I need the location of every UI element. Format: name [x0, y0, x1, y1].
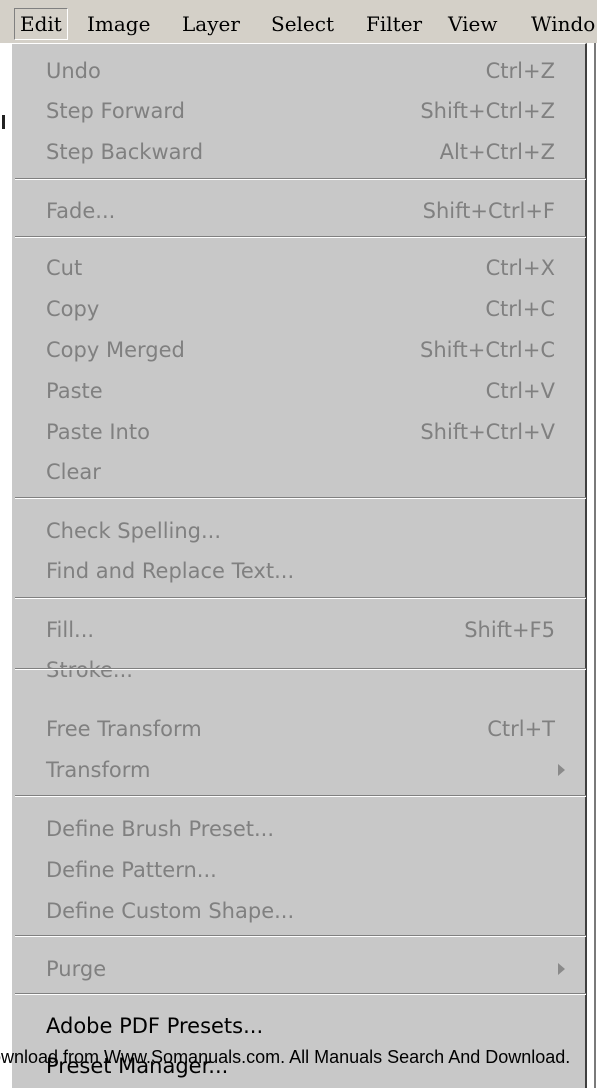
submenu-arrow-icon [558, 764, 565, 776]
menu-item-free-transform[interactable]: Free Transform Ctrl+T [12, 709, 585, 749]
menu-item-shortcut: Shift+Ctrl+C [420, 338, 555, 362]
menu-item-fade[interactable]: Fade... Shift+Ctrl+F [12, 191, 585, 231]
workspace-right-edge [591, 43, 597, 1088]
menu-separator [15, 935, 586, 937]
menu-item-shortcut: Ctrl+C [485, 297, 555, 321]
menu-item-label: Transform [46, 758, 151, 782]
menu-separator [15, 497, 586, 499]
menu-item-label: Paste [46, 379, 103, 403]
menu-item-preset-manager[interactable]: Preset Manager... [12, 1046, 585, 1086]
menu-item-paste-into[interactable]: Paste Into Shift+Ctrl+V [12, 412, 585, 452]
menu-edit[interactable]: Edit [14, 8, 68, 40]
menu-item-label: Adobe PDF Presets... [46, 1014, 264, 1038]
menu-item-define-brush[interactable]: Define Brush Preset... [12, 809, 585, 849]
menu-item-copy-merged[interactable]: Copy Merged Shift+Ctrl+C [12, 330, 585, 370]
menu-separator [15, 236, 586, 238]
menu-item-label: Define Custom Shape... [46, 899, 295, 923]
menu-filter[interactable]: Filter [366, 9, 422, 39]
menu-item-label: Stroke... [46, 658, 133, 682]
menu-item-shortcut: Ctrl+V [485, 379, 555, 403]
menu-item-shortcut: Alt+Ctrl+Z [439, 140, 555, 164]
menu-item-define-pattern[interactable]: Define Pattern... [12, 850, 585, 890]
menu-image[interactable]: Image [87, 9, 150, 39]
menu-item-shortcut: Shift+Ctrl+Z [420, 99, 555, 123]
menu-separator [15, 795, 586, 797]
submenu-arrow-icon [558, 963, 565, 975]
menu-item-shortcut: Shift+Ctrl+F [422, 199, 555, 223]
menu-item-label: Free Transform [46, 717, 202, 741]
menu-item-label: Fill... [46, 618, 95, 642]
menu-bar: Edit Image Layer Select Filter View Wind… [0, 0, 597, 43]
menu-item-label: Preset Manager... [46, 1054, 229, 1078]
menu-item-label: Fade... [46, 199, 116, 223]
menu-item-clear[interactable]: Clear [12, 452, 585, 492]
menu-item-label: Copy Merged [46, 338, 185, 362]
workspace-mark [2, 115, 5, 129]
workspace-left-edge [0, 43, 10, 1088]
menu-item-label: Define Pattern... [46, 858, 217, 882]
menu-item-paste[interactable]: Paste Ctrl+V [12, 371, 585, 411]
edit-menu-dropdown: Undo Ctrl+Z Step Forward Shift+Ctrl+Z St… [10, 43, 587, 1088]
menu-separator [15, 178, 586, 180]
menu-item-shortcut: Ctrl+T [487, 717, 555, 741]
menu-select[interactable]: Select [271, 9, 334, 39]
menu-item-label: Clear [46, 460, 101, 484]
menu-item-shortcut: Shift+Ctrl+V [420, 420, 555, 444]
menu-item-label: Copy [46, 297, 100, 321]
menu-item-shortcut: Shift+F5 [464, 618, 555, 642]
menu-item-adobe-pdf-presets[interactable]: Adobe PDF Presets... [12, 1006, 585, 1046]
menu-item-label: Step Backward [46, 140, 204, 164]
menu-item-label: Purge [46, 957, 107, 981]
menu-separator [15, 993, 586, 995]
menu-view[interactable]: View [448, 9, 497, 39]
menu-item-purge[interactable]: Purge [12, 949, 585, 989]
menu-item-label: Undo [46, 59, 101, 83]
menu-item-step-forward[interactable]: Step Forward Shift+Ctrl+Z [12, 91, 585, 131]
menu-item-label: Step Forward [46, 99, 185, 123]
menu-item-step-backward[interactable]: Step Backward Alt+Ctrl+Z [12, 132, 585, 172]
workspace-divider [594, 43, 596, 1088]
menu-item-label: Check Spelling... [46, 519, 222, 543]
menu-item-check-spelling[interactable]: Check Spelling... [12, 511, 585, 551]
menu-item-fill[interactable]: Fill... Shift+F5 [12, 610, 585, 650]
menu-item-label: Paste Into [46, 420, 150, 444]
menu-layer[interactable]: Layer [182, 9, 240, 39]
menu-item-define-shape[interactable]: Define Custom Shape... [12, 891, 585, 931]
menu-window[interactable]: Windo [531, 9, 595, 39]
menu-item-transform[interactable]: Transform [12, 750, 585, 790]
menu-item-copy[interactable]: Copy Ctrl+C [12, 289, 585, 329]
menu-item-undo[interactable]: Undo Ctrl+Z [12, 51, 585, 91]
menu-item-find-replace[interactable]: Find and Replace Text... [12, 551, 585, 591]
menu-separator [15, 597, 586, 599]
menu-separator [15, 668, 586, 670]
menu-item-label: Define Brush Preset... [46, 817, 275, 841]
menu-item-label: Find and Replace Text... [46, 559, 295, 583]
menu-item-label: Cut [46, 256, 83, 280]
menu-item-shortcut: Ctrl+Z [485, 59, 555, 83]
menu-item-cut[interactable]: Cut Ctrl+X [12, 248, 585, 288]
menu-item-stroke[interactable]: Stroke... [12, 650, 585, 690]
menu-item-shortcut: Ctrl+X [485, 256, 555, 280]
